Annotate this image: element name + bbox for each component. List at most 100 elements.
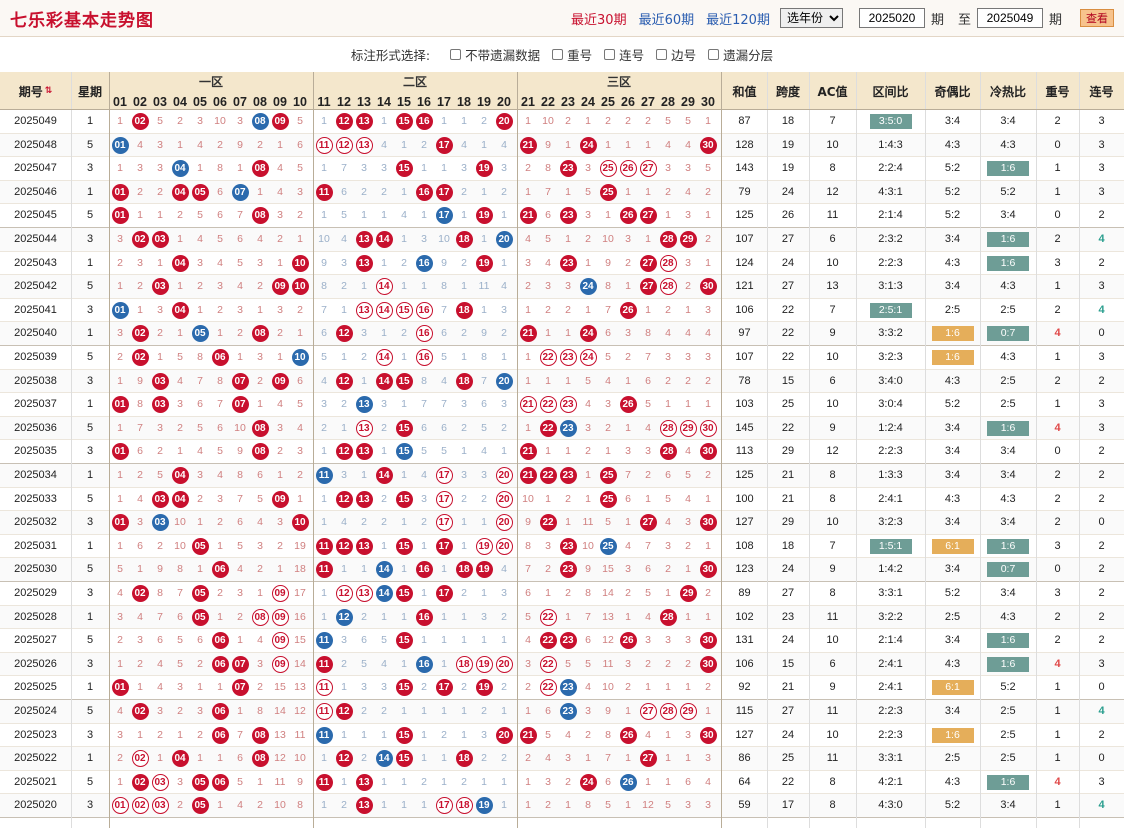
omission-cell: 1 bbox=[545, 445, 551, 458]
omission-cell: 5 bbox=[341, 209, 347, 222]
repeat-cell: 1 bbox=[1054, 185, 1061, 198]
issue-cell: 2025026 bbox=[14, 657, 57, 670]
odd-even-cell: 3:4 bbox=[944, 634, 961, 647]
omission-cell: 3 bbox=[257, 351, 263, 363]
number-ball: 23 bbox=[559, 561, 577, 579]
option-no-omission[interactable]: 不带遗漏数据 bbox=[450, 45, 540, 64]
number-ball: 06 bbox=[211, 726, 229, 744]
omission-cell: 3 bbox=[625, 327, 631, 340]
omission-cell: 6 bbox=[321, 327, 327, 340]
weekday-cell: 1 bbox=[86, 610, 94, 623]
option-consecutive[interactable]: 连号 bbox=[604, 45, 644, 64]
zone-ratio-cell: 1:2:4 bbox=[878, 421, 903, 434]
consecutive-cell: 2 bbox=[1098, 256, 1105, 269]
sort-arrows-icon[interactable]: ⇅ bbox=[45, 86, 53, 96]
number-ball: 28 bbox=[659, 231, 677, 248]
omission-cell: 3 bbox=[217, 492, 223, 505]
number-ball: 09 bbox=[271, 632, 289, 650]
omission-cell: 16 bbox=[294, 610, 306, 623]
odd-even-cell: 4:3 bbox=[944, 256, 961, 269]
omission-cell: 3 bbox=[117, 327, 123, 340]
number-ball: 11 bbox=[315, 537, 333, 555]
number-ball: 04 bbox=[171, 160, 189, 178]
omission-cell: 8 bbox=[605, 728, 611, 741]
sum-cell: 79 bbox=[738, 185, 751, 198]
checkbox-icon[interactable] bbox=[450, 49, 462, 60]
option-repeat[interactable]: 重号 bbox=[552, 45, 592, 64]
omission-cell: 1 bbox=[157, 209, 163, 222]
column-divider bbox=[856, 72, 857, 828]
number-ball: 14 bbox=[375, 561, 393, 579]
omission-cell: 1 bbox=[481, 303, 487, 316]
sum-cell: 87 bbox=[738, 115, 751, 127]
omission-cell: 4 bbox=[545, 256, 551, 269]
checkbox-icon[interactable] bbox=[552, 49, 564, 60]
omission-cell: 6 bbox=[645, 374, 651, 387]
number-ball: 06 bbox=[211, 773, 229, 791]
issue-cell: 2025021 bbox=[14, 775, 57, 788]
omission-cell: 2 bbox=[157, 539, 163, 552]
omission-cell: 3 bbox=[565, 752, 571, 765]
number-ball: 16 bbox=[415, 301, 433, 319]
ac-cell: 8 bbox=[829, 162, 836, 175]
omission-cell: 1 bbox=[645, 138, 651, 151]
omission-cell: 14 bbox=[274, 705, 286, 717]
number-ball: 04 bbox=[171, 254, 189, 272]
zone-ratio-cell: 4:3:1 bbox=[878, 185, 903, 198]
repeat-cell: 2 bbox=[1054, 374, 1061, 387]
year-select[interactable]: 选年份 bbox=[779, 8, 843, 28]
span-header: 跨度 bbox=[767, 72, 809, 110]
omission-cell: 2 bbox=[565, 775, 571, 788]
zone-ratio-cell: 2:4:1 bbox=[878, 681, 903, 694]
query-button[interactable]: 查看 bbox=[1080, 9, 1114, 27]
omission-cell: 2 bbox=[481, 752, 487, 765]
omission-cell: 7 bbox=[605, 752, 611, 765]
omission-cell: 3 bbox=[197, 469, 203, 481]
omission-cell: 4 bbox=[501, 563, 507, 576]
omission-cell: 8 bbox=[297, 799, 303, 812]
omission-cell: 5 bbox=[645, 398, 651, 411]
issue-cell: 2025042 bbox=[14, 280, 57, 293]
number-ball: 20 bbox=[495, 372, 513, 390]
period-link-120[interactable]: 最近120期 bbox=[706, 9, 770, 28]
omission-cell: 5 bbox=[441, 351, 447, 363]
hot-cold-cell: 3:4 bbox=[1000, 469, 1016, 481]
from-issue-input[interactable] bbox=[858, 8, 925, 28]
number-ball: 15 bbox=[395, 679, 413, 697]
omission-cell: 9 bbox=[321, 256, 327, 269]
option-layered[interactable]: 遗漏分层 bbox=[708, 45, 773, 64]
number-ball: 08 bbox=[251, 113, 269, 130]
omission-cell: 1 bbox=[625, 421, 631, 434]
omission-cell: 3 bbox=[157, 705, 163, 717]
span-cell: 27 bbox=[781, 587, 795, 599]
omission-cell: 1 bbox=[321, 162, 327, 175]
ac-cell: 11 bbox=[826, 209, 839, 222]
number-ball: 03 bbox=[151, 396, 169, 414]
number-ball: 23 bbox=[559, 679, 577, 697]
issue-header[interactable]: 期号 ⇅ bbox=[0, 72, 71, 110]
omission-cell: 2 bbox=[605, 421, 611, 434]
omission-cell: 1 bbox=[381, 209, 387, 222]
omission-cell: 1 bbox=[257, 775, 263, 788]
option-edge[interactable]: 边号 bbox=[656, 45, 696, 64]
omission-cell: 4 bbox=[685, 327, 691, 340]
checkbox-icon[interactable] bbox=[656, 49, 668, 60]
checkbox-icon[interactable] bbox=[604, 49, 616, 60]
zone-ratio-cell: 2:2:3 bbox=[878, 445, 903, 458]
number-ball: 26 bbox=[619, 773, 637, 791]
number-ball: 12 bbox=[335, 372, 353, 390]
number-ball: 18 bbox=[455, 372, 473, 390]
consecutive-cell: 2 bbox=[1098, 469, 1105, 481]
issue-cell: 2025022 bbox=[14, 752, 57, 765]
period-link-30[interactable]: 最近30期 bbox=[571, 9, 627, 28]
to-issue-input[interactable] bbox=[976, 8, 1043, 28]
period-link-60[interactable]: 最近60期 bbox=[639, 9, 695, 28]
omission-cell: 2 bbox=[665, 374, 671, 387]
checkbox-icon[interactable] bbox=[708, 49, 720, 60]
omission-cell: 3 bbox=[685, 728, 691, 741]
omission-cell: 1 bbox=[237, 705, 243, 717]
omission-cell: 7 bbox=[177, 587, 183, 599]
number-header-05: 05 bbox=[193, 95, 207, 109]
number-ball: 11 bbox=[315, 561, 333, 579]
hot-cold-cell: 0:7 bbox=[987, 562, 1029, 578]
